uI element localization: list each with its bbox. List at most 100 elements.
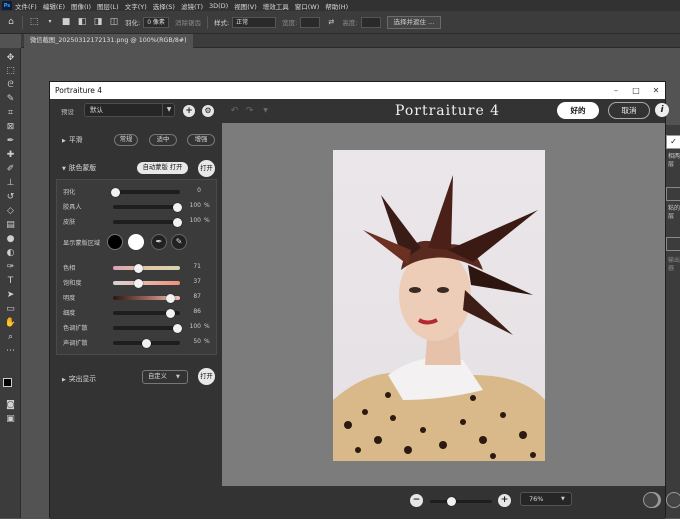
zoom-tool-icon[interactable]: ⌕ xyxy=(4,331,17,344)
chevron-down-icon[interactable]: ▼ xyxy=(162,103,175,117)
slider-knob[interactable] xyxy=(133,263,143,273)
undo-icon[interactable]: ↶ xyxy=(228,105,241,117)
split-horizontal-view-button[interactable] xyxy=(666,492,680,508)
checkbox-icon[interactable] xyxy=(666,187,680,201)
slider-knob[interactable] xyxy=(142,338,151,348)
eyedropper-tool-icon[interactable]: ✒ xyxy=(4,135,17,148)
height-input[interactable] xyxy=(360,16,381,28)
shape-tool-icon[interactable]: ▭ xyxy=(4,303,17,316)
menu-image[interactable]: 图像(I) xyxy=(71,1,91,11)
brightness-slider[interactable] xyxy=(113,293,180,303)
slider-knob[interactable] xyxy=(166,293,176,303)
feather-slider[interactable] xyxy=(110,187,180,197)
history-brush-icon[interactable]: ↺ xyxy=(4,191,17,204)
chevron-down-icon[interactable]: ▾ xyxy=(45,17,55,27)
document-tab[interactable]: 微信截图_20250312172131.png @ 100%(RGB/8#) xyxy=(24,34,193,48)
eraser-tool-icon[interactable]: ◇ xyxy=(4,205,17,218)
new-selection-icon[interactable]: ■ xyxy=(61,17,71,27)
menu-3d[interactable]: 3D(D) xyxy=(209,2,228,10)
cancel-button[interactable]: 取消 xyxy=(608,102,650,119)
menu-layer[interactable]: 图层(L) xyxy=(97,1,119,11)
path-select-icon[interactable]: ➤ xyxy=(4,289,17,302)
hand-tool-icon[interactable]: ✋ xyxy=(4,317,17,330)
enhance-toggle[interactable]: 打开 xyxy=(198,368,215,385)
close-icon[interactable]: ✕ xyxy=(646,82,666,99)
home-icon[interactable]: ⌂ xyxy=(6,17,16,27)
split-vertical-view-button[interactable] xyxy=(643,492,659,508)
intersect-selection-icon[interactable]: ◫ xyxy=(109,17,119,27)
type-tool-icon[interactable]: T xyxy=(4,275,17,288)
menu-select[interactable]: 选择(S) xyxy=(153,1,175,11)
menu-filter[interactable]: 滤镜(T) xyxy=(181,1,203,11)
mask-color-white-swatch[interactable] xyxy=(128,234,144,250)
mask-slider[interactable] xyxy=(113,202,183,212)
minimize-icon[interactable]: – xyxy=(606,82,626,99)
style-select[interactable]: 正常 xyxy=(232,16,277,28)
skin-mask-section-header[interactable]: ▼ 肤色蒙版 xyxy=(62,162,96,172)
saturation-slider[interactable] xyxy=(113,278,180,288)
swap-icon[interactable]: ⇄ xyxy=(326,17,336,27)
maximize-icon[interactable]: □ xyxy=(626,82,646,99)
info-icon[interactable]: i xyxy=(655,103,669,117)
smoothing-section-header[interactable]: ▶ 平滑 xyxy=(62,134,82,144)
zoom-in-icon[interactable]: + xyxy=(498,494,511,507)
detail-slider[interactable] xyxy=(113,308,180,318)
skin-mask-toggle[interactable]: 打开 xyxy=(198,160,215,177)
preview-area[interactable] xyxy=(222,123,665,486)
stamp-tool-icon[interactable]: ⊥ xyxy=(4,177,17,190)
antialias-checkbox[interactable]: 消除锯齿 xyxy=(175,17,201,27)
enhance-section-header[interactable]: ▶ 突出显示 xyxy=(62,373,96,383)
gear-icon[interactable]: ⚙ xyxy=(202,105,214,117)
dodge-tool-icon[interactable]: ◐ xyxy=(4,247,17,260)
move-tool-icon[interactable]: ✥ xyxy=(4,52,17,65)
slider-knob[interactable] xyxy=(133,278,143,288)
smoothing-strong-button[interactable]: 增强 xyxy=(187,134,215,146)
auto-mask-button[interactable]: 自动蒙版 打开 xyxy=(137,162,188,174)
width-input[interactable] xyxy=(300,16,321,28)
menu-plugins[interactable]: 增效工具 xyxy=(263,1,289,11)
marquee-tool-icon[interactable]: ⬚ xyxy=(4,65,17,78)
redo-icon[interactable]: ↷ xyxy=(243,105,256,117)
menu-window[interactable]: 窗口(W) xyxy=(295,1,320,11)
tone-spread-slider[interactable] xyxy=(113,338,180,348)
menu-type[interactable]: 文字(Y) xyxy=(125,1,147,11)
slider-knob[interactable] xyxy=(447,497,457,506)
foreground-color-swatch[interactable] xyxy=(3,378,12,387)
slider-knob[interactable] xyxy=(166,308,176,318)
checkbox-icon[interactable] xyxy=(666,237,680,251)
zoom-percent-select[interactable]: 76% ▼ xyxy=(520,492,572,506)
quick-select-tool-icon[interactable]: ✎ xyxy=(4,93,17,106)
menu-help[interactable]: 帮助(H) xyxy=(325,1,348,11)
screen-mode-icon[interactable]: ▣ xyxy=(4,413,17,426)
eyedropper-add-icon[interactable]: ✎ xyxy=(171,234,187,250)
add-preset-icon[interactable]: + xyxy=(183,105,195,117)
blur-tool-icon[interactable]: ● xyxy=(4,233,17,246)
slider-knob[interactable] xyxy=(110,187,120,197)
more-tools-icon[interactable]: ⋯ xyxy=(4,345,17,358)
brush-tool-icon[interactable]: ✐ xyxy=(4,163,17,176)
chevron-down-icon[interactable]: ▼ xyxy=(259,105,272,117)
menu-edit[interactable]: 编辑(E) xyxy=(43,1,65,11)
eyedropper-icon[interactable]: ✒ xyxy=(151,234,167,250)
add-selection-icon[interactable]: ◧ xyxy=(77,17,87,27)
ok-button[interactable]: 好的 xyxy=(557,102,599,119)
select-and-mask-button[interactable]: 选择并遮住 ... xyxy=(386,15,442,29)
enhance-mode-select[interactable]: 自定义 ▼ xyxy=(142,370,188,384)
hue-slider[interactable] xyxy=(113,263,180,273)
hue-spread-slider[interactable] xyxy=(113,323,183,333)
feather-input[interactable]: 0 像素 xyxy=(143,16,169,28)
menu-view[interactable]: 视图(V) xyxy=(234,1,257,11)
crop-tool-icon[interactable]: ⌗ xyxy=(4,107,17,120)
skin-slider[interactable] xyxy=(113,217,183,227)
checkbox-icon[interactable]: ✓ xyxy=(666,135,680,149)
healing-tool-icon[interactable]: ✚ xyxy=(4,149,17,162)
zoom-slider[interactable] xyxy=(430,497,492,506)
gradient-tool-icon[interactable]: ▤ xyxy=(4,219,17,232)
frame-tool-icon[interactable]: ⊠ xyxy=(4,121,17,134)
lasso-tool-icon[interactable]: ᘓ xyxy=(4,79,17,92)
subtract-selection-icon[interactable]: ◨ xyxy=(93,17,103,27)
marquee-tool-icon[interactable]: ⬚ xyxy=(29,17,39,27)
zoom-out-icon[interactable]: − xyxy=(410,494,423,507)
quick-mask-icon[interactable]: ◙ xyxy=(4,399,17,412)
menu-file[interactable]: 文件(F) xyxy=(15,1,37,11)
